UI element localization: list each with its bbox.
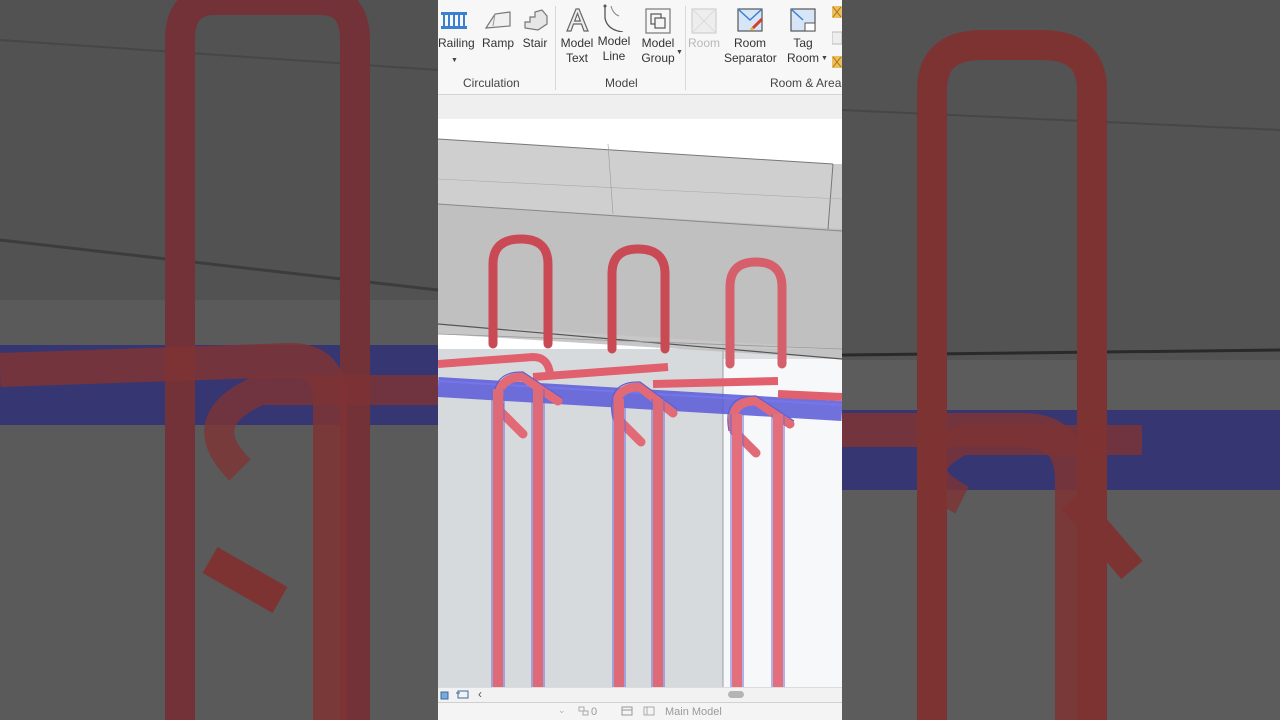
model-line-button[interactable]: Model Line (596, 4, 632, 64)
railing-dropdown-icon[interactable]: ▼ (451, 57, 458, 64)
room-separator-label-1: Room (733, 36, 766, 50)
blurred-background-left (0, 0, 438, 720)
model-group-button[interactable]: Model Group (638, 4, 678, 66)
model-text-label-2: Text (565, 51, 588, 65)
panel-separator (555, 6, 556, 90)
crop-view-icon[interactable] (456, 689, 470, 700)
panel-label-room-area: Room & Area (770, 76, 842, 90)
room-label: Room (687, 36, 720, 50)
model-line-label-2: Line (602, 49, 626, 63)
ramp-button[interactable]: Ramp (482, 4, 514, 51)
room-button[interactable]: Room (686, 4, 722, 51)
view-control-bar: ‹ (438, 687, 842, 702)
model-group-label-2: Group (641, 51, 675, 65)
model-group-dropdown-icon[interactable]: ▼ (676, 49, 683, 56)
room-separator-button[interactable]: Room Separator (724, 4, 777, 66)
video-frame: Railing ▼ Ramp Stair Model Text Model Li… (0, 0, 1280, 720)
status-dropdown-icon[interactable]: ⌄ (558, 705, 566, 716)
model-group-icon (645, 8, 671, 34)
panel-label-circulation: Circulation (463, 76, 520, 90)
stair-label: Stair (522, 36, 548, 50)
main-model-selector[interactable]: Main Model (665, 706, 722, 718)
horizontal-scrollbar-thumb[interactable] (728, 691, 744, 698)
tag-room-label-1: Tag (793, 36, 813, 50)
area-tools-icon[interactable] (832, 6, 842, 72)
blurred-background-right (842, 0, 1280, 720)
railing-label: Railing (438, 36, 475, 50)
ramp-label: Ramp (482, 36, 515, 50)
model-text-button[interactable]: Model Text (558, 4, 596, 66)
model-selector-icon[interactable] (643, 706, 655, 716)
stair-button[interactable]: Stair (520, 4, 550, 51)
status-bar: ⌄ 0 Main Model (438, 702, 842, 720)
model-text-icon (566, 8, 589, 32)
model-group-label-1: Model (641, 36, 675, 50)
ribbon-spacer (438, 95, 842, 119)
scroll-left-icon[interactable]: ‹ (478, 687, 482, 701)
model-line-icon (603, 4, 624, 32)
room-separator-label-2: Separator (724, 51, 777, 65)
revit-window: Railing ▼ Ramp Stair Model Text Model Li… (438, 0, 842, 720)
ramp-icon (484, 11, 511, 29)
view-cube-icon[interactable] (440, 690, 450, 700)
ribbon: Railing ▼ Ramp Stair Model Text Model Li… (438, 0, 842, 95)
tag-room-icon (790, 8, 816, 32)
stair-icon (524, 9, 548, 31)
3d-view-canvas[interactable] (438, 119, 842, 687)
model-text-label-1: Model (560, 36, 594, 50)
railing-icon (441, 12, 467, 29)
tag-room-button[interactable]: Tag Room (784, 4, 822, 66)
worksets-icon[interactable] (578, 706, 590, 716)
design-options-icon[interactable] (621, 706, 633, 716)
room-separator-icon (737, 8, 764, 32)
scale-text: 0 (591, 706, 598, 718)
room-icon (691, 8, 717, 34)
tag-room-dropdown-icon[interactable]: ▼ (821, 55, 828, 62)
tag-room-label-2: Room (786, 51, 819, 65)
panel-label-model: Model (605, 76, 638, 90)
model-line-label-1: Model (597, 34, 631, 48)
railing-button[interactable]: Railing (438, 4, 475, 51)
